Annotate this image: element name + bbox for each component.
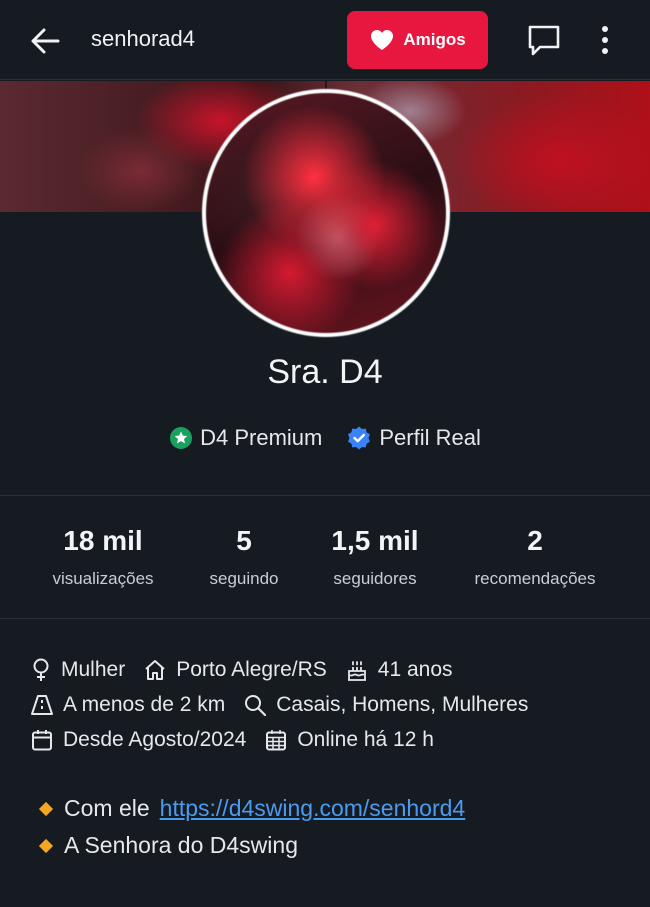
profile-info: Mulher Porto Alegre/RS 41 anos A menos d…: [30, 652, 630, 757]
info-row: Mulher Porto Alegre/RS 41 anos: [30, 652, 630, 687]
road-distance-icon: [31, 694, 53, 715]
verified-badge[interactable]: Perfil Real: [346, 425, 481, 451]
stat-value: 2: [527, 525, 543, 556]
stat-recommendations[interactable]: 2 recomendações: [475, 525, 596, 589]
bio-text: A Senhora do D4swing: [64, 832, 298, 858]
divider: [0, 618, 650, 619]
info-seeking: Casais, Homens, Mulheres: [243, 693, 528, 717]
stat-label: visualizações: [52, 569, 154, 588]
bio-line: Com ele https://d4swing.com/senhord4: [38, 790, 628, 827]
stat-followers[interactable]: 1,5 mil seguidores: [331, 525, 418, 589]
info-member-since-text: Desde Agosto/2024: [63, 727, 247, 751]
female-gender-icon: [33, 658, 49, 681]
info-last-online-text: Online há 12 h: [297, 727, 434, 751]
profile-username: senhorad4: [91, 26, 195, 51]
info-seeking-text: Casais, Homens, Mulheres: [276, 692, 529, 716]
info-last-online: Online há 12 h: [264, 728, 434, 752]
bio-line: A Senhora do D4swing: [38, 827, 628, 864]
info-age: 41 anos: [345, 658, 453, 682]
info-member-since: Desde Agosto/2024: [30, 728, 246, 752]
stat-label: seguidores: [333, 569, 417, 588]
verified-badge-icon: [348, 426, 371, 450]
info-city: Porto Alegre/RS: [143, 658, 327, 682]
bio-text: Com ele: [64, 795, 150, 821]
premium-badge[interactable]: D4 Premium: [169, 425, 322, 451]
bio-link[interactable]: https://d4swing.com/senhord4: [160, 795, 466, 822]
star-badge-icon: [170, 427, 193, 449]
profile-bio: Com ele https://d4swing.com/senhord4 A S…: [38, 790, 628, 864]
info-age-text: 41 anos: [377, 657, 453, 681]
info-row: A menos de 2 km Casais, Homens, Mulheres: [30, 687, 630, 722]
stat-views[interactable]: 18 mil visualizações: [52, 525, 153, 589]
profile-badges: D4 Premium Perfil Real: [0, 425, 650, 451]
message-icon[interactable]: [526, 22, 562, 58]
search-icon: [245, 694, 267, 716]
stat-following[interactable]: 5 seguindo: [209, 525, 278, 589]
verified-badge-label: Perfil Real: [379, 425, 481, 450]
profile-avatar[interactable]: [202, 89, 450, 337]
profile-stats: 18 mil visualizações 5 seguindo 1,5 mil …: [0, 525, 650, 595]
profile-display-name: Sra. D4: [267, 353, 383, 391]
stat-label: seguindo: [209, 569, 279, 588]
cake-icon: [347, 660, 366, 681]
heart-icon: [371, 30, 394, 50]
info-distance: A menos de 2 km: [30, 693, 225, 717]
friends-button[interactable]: Amigos: [347, 11, 488, 69]
stat-value: 1,5 mil: [331, 525, 419, 556]
top-bar: senhorad4 Amigos: [0, 0, 650, 80]
premium-badge-label: D4 Premium: [200, 425, 323, 450]
stat-value: 18 mil: [63, 525, 143, 556]
stat-label: recomendações: [474, 569, 596, 588]
info-distance-text: A menos de 2 km: [63, 692, 226, 716]
home-icon: [145, 659, 165, 680]
info-city-text: Porto Alegre/RS: [176, 657, 327, 681]
calendar-grid-icon: [266, 729, 287, 750]
more-options-icon[interactable]: [592, 22, 618, 58]
info-gender: Mulher: [30, 658, 125, 682]
info-gender-text: Mulher: [61, 657, 126, 681]
orange-diamond-icon: [38, 838, 54, 853]
back-arrow-icon[interactable]: [28, 24, 62, 58]
stat-value: 5: [236, 525, 252, 556]
divider: [0, 495, 650, 496]
info-row: Desde Agosto/2024 Online há 12 h: [30, 722, 630, 757]
friends-button-label: Amigos: [403, 30, 466, 49]
orange-diamond-icon: [38, 801, 54, 816]
calendar-icon: [32, 729, 52, 750]
